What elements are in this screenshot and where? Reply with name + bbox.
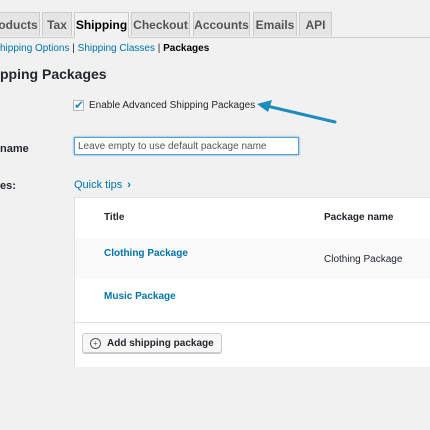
settings-page: oducts Tax Shipping Checkout Accounts Em… bbox=[0, 0, 430, 430]
tab-tax[interactable]: Tax bbox=[42, 12, 72, 36]
packages-row-label: es: bbox=[0, 180, 16, 192]
settings-tabs: oducts Tax Shipping Checkout Accounts Em… bbox=[0, 12, 430, 38]
tab-products[interactable]: oducts bbox=[0, 12, 40, 36]
table-footer: + Add shipping package bbox=[75, 322, 430, 367]
add-shipping-package-label: Add shipping package bbox=[107, 337, 214, 349]
section-heading: pping Packages bbox=[0, 66, 107, 82]
table-row[interactable]: Music Package bbox=[75, 279, 430, 322]
package-name-cell: Clothing Package bbox=[324, 254, 403, 265]
plus-circle-icon: + bbox=[90, 337, 101, 349]
column-header-package-name: Package name bbox=[324, 212, 394, 223]
subnav-packages: Packages bbox=[163, 43, 210, 54]
tab-checkout[interactable]: Checkout bbox=[131, 12, 190, 36]
table-row[interactable]: Clothing Package Clothing Package bbox=[75, 238, 430, 279]
packages-table: Title Package name Clothing Package Clot… bbox=[74, 197, 430, 367]
arrow-annotation-icon bbox=[257, 100, 337, 124]
chevron-right-icon: › bbox=[127, 179, 131, 191]
quick-tips-link[interactable]: Quick tips › bbox=[74, 179, 131, 191]
enable-packages-label: Enable Advanced Shipping Packages bbox=[89, 100, 256, 111]
subnav-shipping-options[interactable]: hipping Options bbox=[0, 43, 70, 54]
package-title-link[interactable]: Music Package bbox=[104, 291, 176, 302]
tab-shipping[interactable]: Shipping bbox=[74, 12, 129, 38]
package-title-link[interactable]: Clothing Package bbox=[104, 248, 188, 259]
subnav-separator: | bbox=[72, 43, 75, 54]
name-field-label: name bbox=[0, 143, 29, 155]
column-header-title: Title bbox=[104, 212, 125, 223]
subnav-separator: | bbox=[157, 43, 161, 54]
shipping-subnav: hipping Options | Shipping Classes | Pac… bbox=[0, 43, 209, 54]
enable-packages-row[interactable]: ✔ Enable Advanced Shipping Packages bbox=[73, 98, 256, 112]
table-header: Title Package name bbox=[75, 198, 430, 239]
enable-packages-checkbox[interactable]: ✔ bbox=[73, 98, 85, 112]
tab-emails[interactable]: Emails bbox=[253, 12, 297, 36]
add-shipping-package-button[interactable]: + Add shipping package bbox=[82, 333, 222, 353]
tab-api[interactable]: API bbox=[299, 12, 332, 36]
tab-accounts[interactable]: Accounts bbox=[193, 12, 250, 36]
package-name-input[interactable] bbox=[74, 137, 299, 155]
subnav-shipping-classes[interactable]: Shipping Classes bbox=[78, 43, 155, 54]
quick-tips-label: Quick tips bbox=[74, 179, 123, 191]
checkmark-icon: ✔ bbox=[74, 98, 85, 112]
